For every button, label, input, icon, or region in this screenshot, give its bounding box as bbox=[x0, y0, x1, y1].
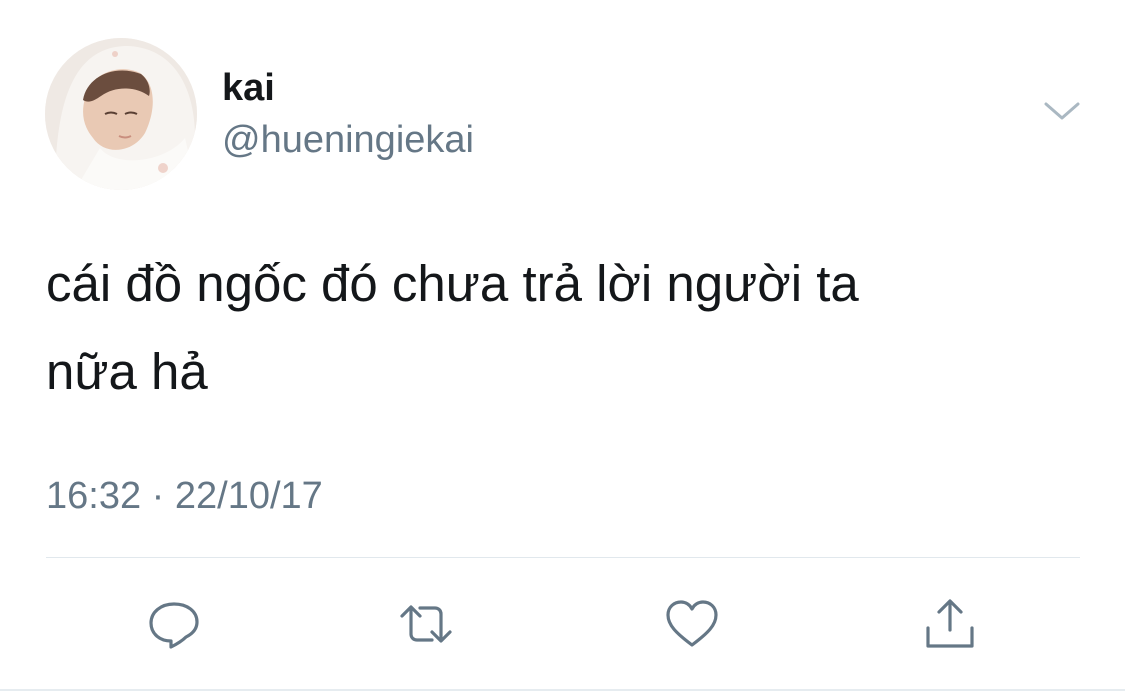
tweet-text-line: nữa hả bbox=[46, 343, 208, 400]
avatar[interactable] bbox=[45, 38, 197, 190]
tweet-timestamp[interactable]: 16:32 · 22/10/17 bbox=[46, 472, 323, 520]
author-handle[interactable]: @hueningiekai bbox=[222, 116, 474, 164]
share-upload-icon bbox=[926, 599, 974, 648]
divider bbox=[46, 557, 1080, 558]
heart-icon bbox=[666, 600, 718, 647]
tweet-text: cái đồ ngốc đó chưa trả lời người ta nữa… bbox=[46, 240, 1066, 416]
avatar-photo bbox=[45, 38, 197, 190]
author-display-name[interactable]: kai bbox=[222, 64, 275, 112]
tweet-text-line: cái đồ ngốc đó chưa trả lời người ta bbox=[46, 255, 859, 312]
retweet-arrows-icon bbox=[400, 605, 452, 643]
reply-button[interactable] bbox=[146, 596, 202, 652]
share-button[interactable] bbox=[922, 596, 978, 652]
chevron-down-icon[interactable] bbox=[1040, 96, 1084, 126]
speech-bubble-icon bbox=[149, 602, 199, 649]
retweet-button[interactable] bbox=[398, 596, 454, 652]
like-button[interactable] bbox=[664, 596, 720, 652]
